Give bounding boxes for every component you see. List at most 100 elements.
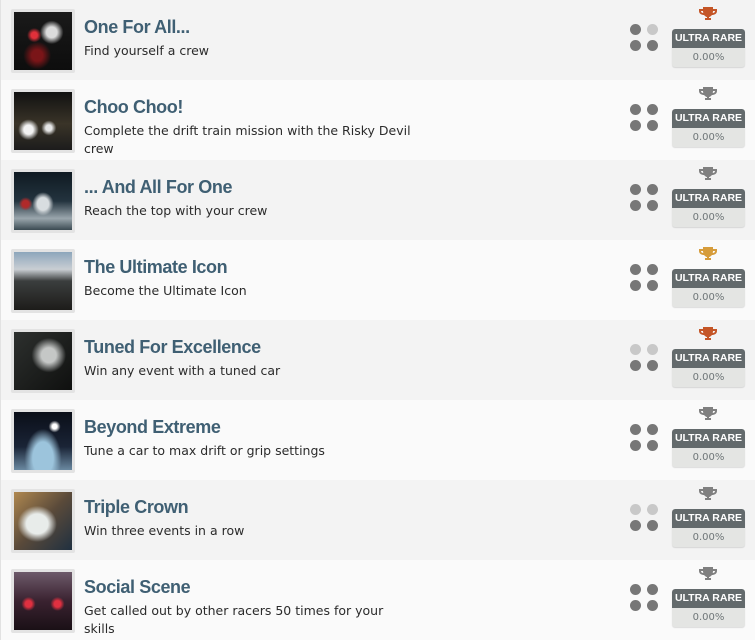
achievement-row[interactable]: Choo Choo! Complete the drift train miss… xyxy=(1,80,755,160)
dot-indicator xyxy=(647,24,658,35)
achievement-description: Get called out by other racers 50 times … xyxy=(84,603,384,636)
rarity-percent: 0.00% xyxy=(692,132,725,143)
rarity-badge: ULTRA RARE 0.00% xyxy=(672,349,745,387)
rarity-badge: ULTRA RARE 0.00% xyxy=(672,109,745,147)
dot-indicator xyxy=(630,584,641,595)
dot-indicator xyxy=(630,104,641,115)
achievement-list: One For All... Find yourself a crew ULTR… xyxy=(0,0,755,640)
rarity-percent: 0.00% xyxy=(692,52,725,63)
achievement-thumbnail xyxy=(11,569,75,633)
rarity-badge: ULTRA RARE 0.00% xyxy=(672,509,745,547)
trophy-silver-icon xyxy=(699,87,717,100)
dot-indicator xyxy=(630,440,641,451)
achievement-title[interactable]: Beyond Extreme xyxy=(84,417,221,438)
achievement-row[interactable]: Social Scene Get called out by other rac… xyxy=(1,560,755,640)
achievement-image xyxy=(14,252,72,310)
trophy-bronze-icon xyxy=(699,327,717,340)
platform-dots xyxy=(630,344,660,374)
achievement-thumbnail xyxy=(11,409,75,473)
rarity-badge: ULTRA RARE 0.00% xyxy=(672,429,745,467)
rarity-label: ULTRA RARE xyxy=(672,29,745,48)
dot-indicator xyxy=(630,424,641,435)
dot-indicator xyxy=(630,184,641,195)
achievement-image xyxy=(14,412,72,470)
rarity-badge: ULTRA RARE 0.00% xyxy=(672,189,745,227)
achievement-row[interactable]: One For All... Find yourself a crew ULTR… xyxy=(1,0,755,80)
rarity-label: ULTRA RARE xyxy=(672,349,745,368)
achievement-thumbnail xyxy=(11,89,75,153)
achievement-title[interactable]: Tuned For Excellence xyxy=(84,337,261,358)
rarity-label: ULTRA RARE xyxy=(672,429,745,448)
achievement-thumbnail xyxy=(11,9,75,73)
achievement-image xyxy=(14,92,72,150)
dot-indicator xyxy=(647,520,658,531)
rarity-percent: 0.00% xyxy=(692,612,725,623)
achievement-image xyxy=(14,12,72,70)
dot-indicator xyxy=(630,280,641,291)
rarity-badge: ULTRA RARE 0.00% xyxy=(672,269,745,307)
dot-indicator xyxy=(647,184,658,195)
trophy-silver-icon xyxy=(699,487,717,500)
dot-indicator xyxy=(647,40,658,51)
rarity-percent: 0.00% xyxy=(692,292,725,303)
platform-dots xyxy=(630,504,660,534)
platform-dots xyxy=(630,424,660,454)
achievement-title[interactable]: ... And All For One xyxy=(84,177,232,198)
trophy-silver-icon xyxy=(699,407,717,420)
rarity-label: ULTRA RARE xyxy=(672,509,745,528)
achievement-thumbnail xyxy=(11,489,75,553)
achievement-thumbnail xyxy=(11,249,75,313)
platform-dots xyxy=(630,24,660,54)
rarity-badge: ULTRA RARE 0.00% xyxy=(672,29,745,67)
dot-indicator xyxy=(647,200,658,211)
trophy-gold-icon xyxy=(699,247,717,260)
dot-indicator xyxy=(630,200,641,211)
dot-indicator xyxy=(647,360,658,371)
achievement-title[interactable]: Triple Crown xyxy=(84,497,189,518)
platform-dots xyxy=(630,264,660,294)
achievement-description: Find yourself a crew xyxy=(84,43,210,58)
achievement-thumbnail xyxy=(11,169,75,233)
rarity-label: ULTRA RARE xyxy=(672,109,745,128)
dot-indicator xyxy=(630,504,641,515)
dot-indicator xyxy=(647,280,658,291)
trophy-silver-icon xyxy=(699,167,717,180)
dot-indicator xyxy=(630,360,641,371)
trophy-bronze-icon xyxy=(699,7,717,20)
achievement-row[interactable]: ... And All For One Reach the top with y… xyxy=(1,160,755,240)
platform-dots xyxy=(630,584,660,614)
achievement-row[interactable]: Beyond Extreme Tune a car to max drift o… xyxy=(1,400,755,480)
rarity-label: ULTRA RARE xyxy=(672,189,745,208)
rarity-percent: 0.00% xyxy=(692,212,725,223)
dot-indicator xyxy=(630,40,641,51)
dot-indicator xyxy=(630,344,641,355)
rarity-label: ULTRA RARE xyxy=(672,269,745,288)
achievement-description: Tune a car to max drift or grip settings xyxy=(84,443,325,458)
achievement-title[interactable]: Choo Choo! xyxy=(84,97,183,118)
achievement-title[interactable]: One For All... xyxy=(84,17,190,38)
dot-indicator xyxy=(630,520,641,531)
rarity-percent: 0.00% xyxy=(692,532,725,543)
dot-indicator xyxy=(647,440,658,451)
dot-indicator xyxy=(647,120,658,131)
dot-indicator xyxy=(647,104,658,115)
achievement-title[interactable]: The Ultimate Icon xyxy=(84,257,228,278)
dot-indicator xyxy=(647,264,658,275)
achievement-row[interactable]: Tuned For Excellence Win any event with … xyxy=(1,320,755,400)
achievement-description: Reach the top with your crew xyxy=(84,203,268,218)
dot-indicator xyxy=(630,24,641,35)
dot-indicator xyxy=(647,600,658,611)
achievement-image xyxy=(14,332,72,390)
achievement-row[interactable]: Triple Crown Win three events in a row U… xyxy=(1,480,755,560)
rarity-badge: ULTRA RARE 0.00% xyxy=(672,589,745,627)
achievement-row[interactable]: The Ultimate Icon Become the Ultimate Ic… xyxy=(1,240,755,320)
rarity-percent: 0.00% xyxy=(692,372,725,383)
dot-indicator xyxy=(647,584,658,595)
achievement-description: Become the Ultimate Icon xyxy=(84,283,247,298)
trophy-silver-icon xyxy=(699,567,717,580)
dot-indicator xyxy=(647,424,658,435)
achievement-image xyxy=(14,492,72,550)
achievement-title[interactable]: Social Scene xyxy=(84,577,191,598)
rarity-percent: 0.00% xyxy=(692,452,725,463)
achievement-description: Win three events in a row xyxy=(84,523,245,538)
